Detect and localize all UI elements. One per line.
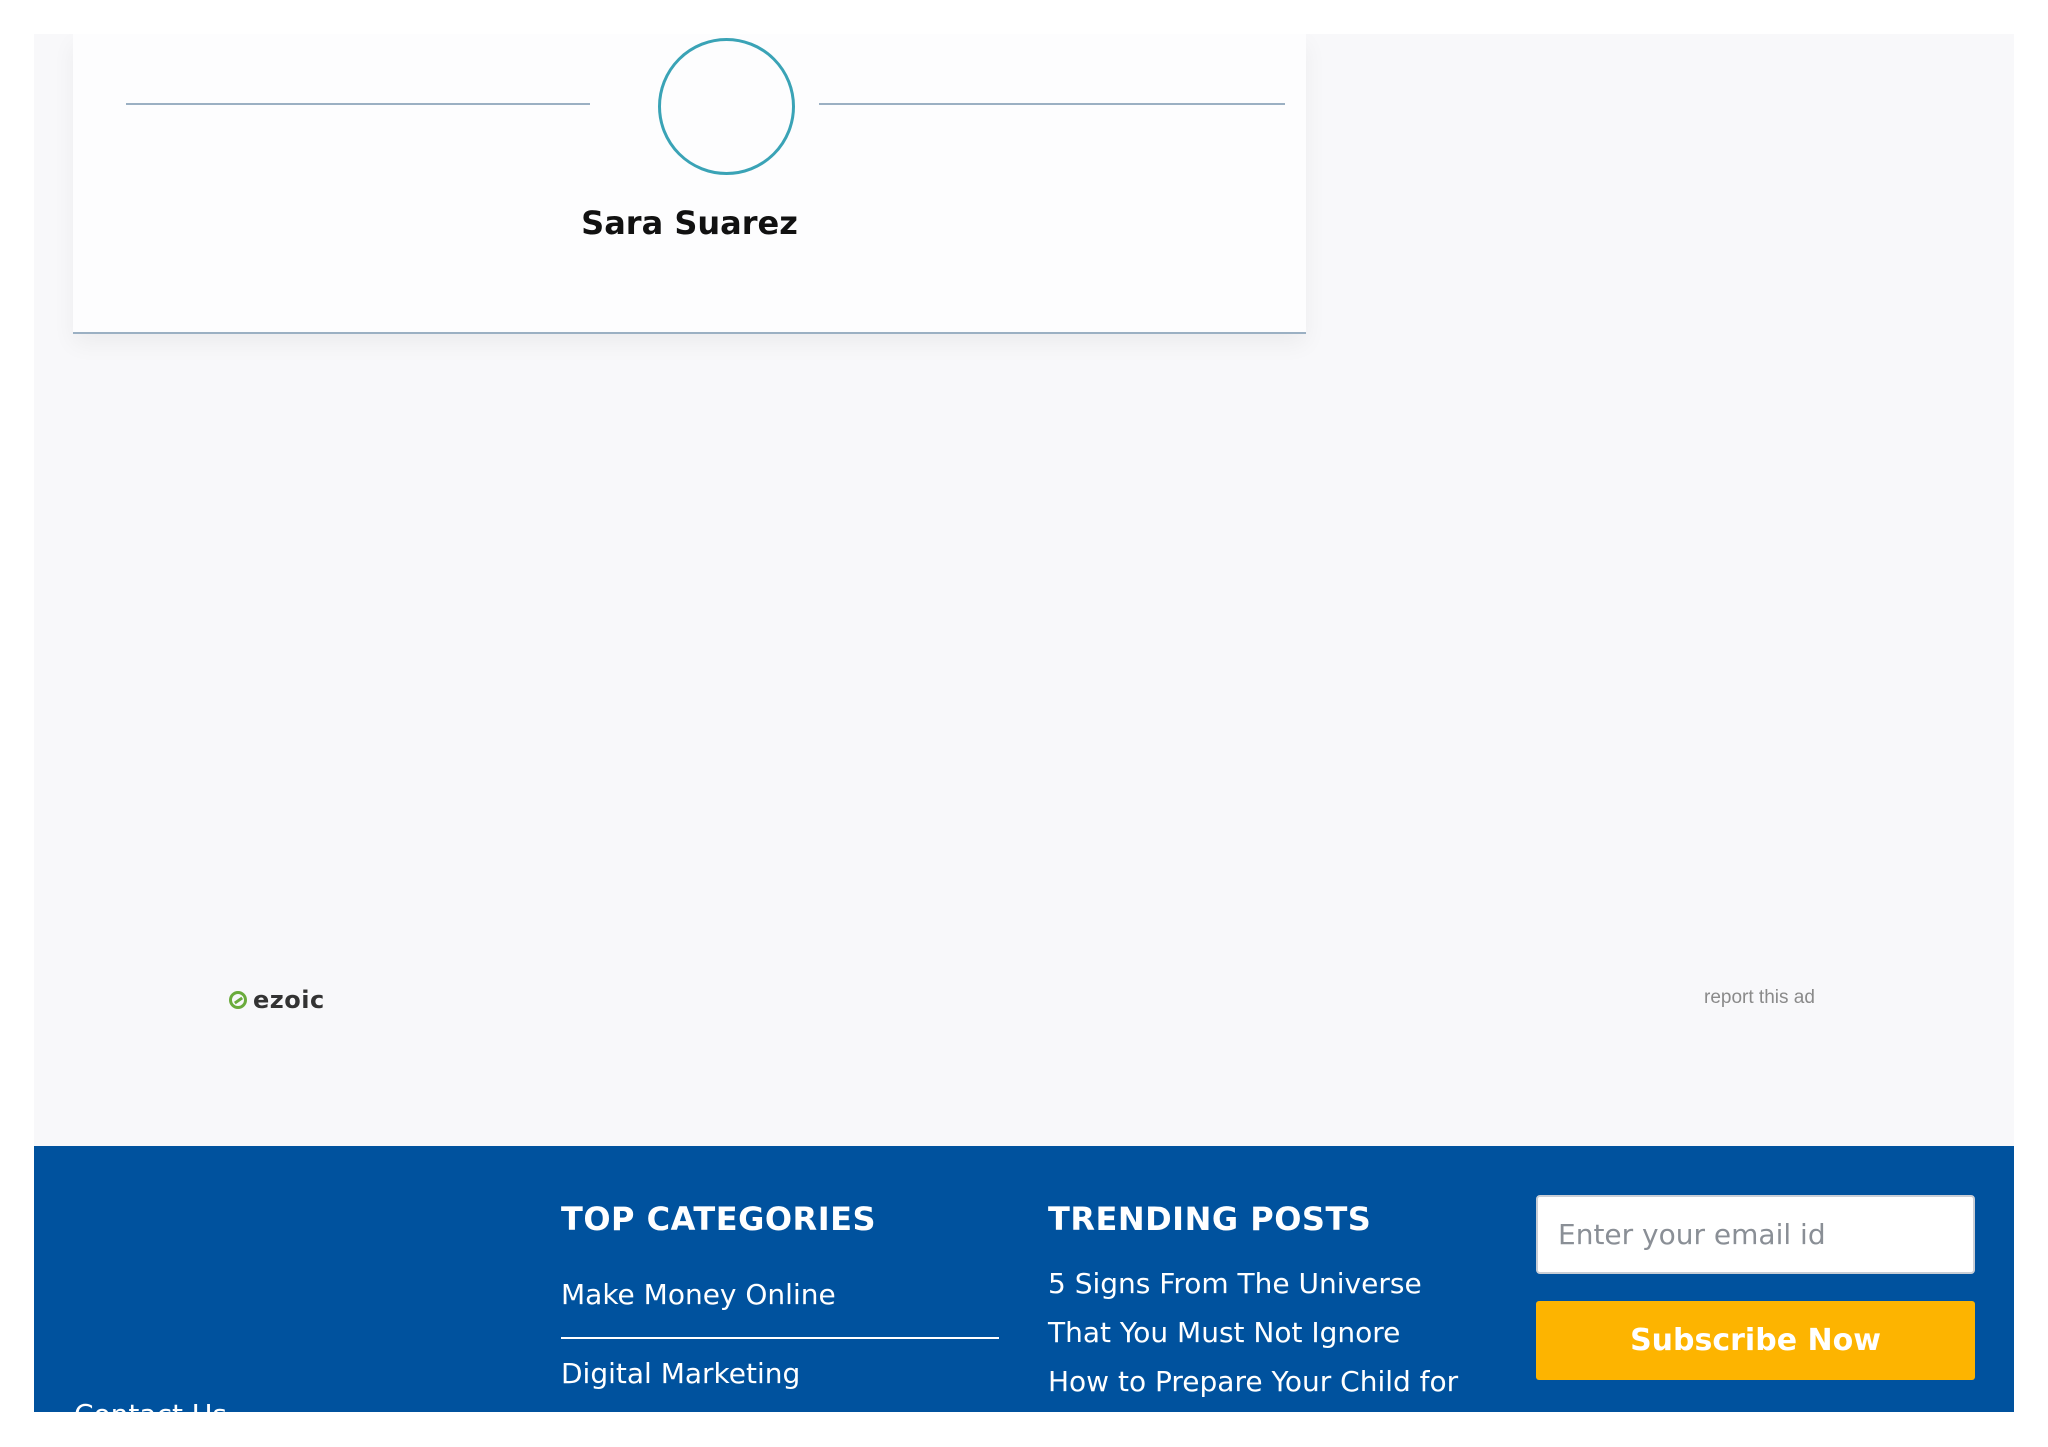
trending-posts-list: 5 Signs From The Universe That You Must … — [1048, 1259, 1468, 1406]
author-divider-right — [819, 103, 1285, 105]
subscribe-button[interactable]: Subscribe Now — [1536, 1301, 1975, 1380]
site-footer: TOP CATEGORIES Make Money Online Digital… — [34, 1146, 2014, 1412]
trending-posts-heading: TRENDING POSTS — [1048, 1200, 1372, 1238]
ezoic-logo-icon — [229, 991, 247, 1009]
report-ad-link[interactable]: report this ad — [1704, 987, 1815, 1009]
author-divider-left — [126, 103, 590, 105]
trending-post-link[interactable]: How to Prepare Your Child for — [1048, 1357, 1468, 1406]
author-avatar[interactable] — [658, 38, 795, 175]
author-name[interactable]: Sara Suarez — [73, 204, 1306, 242]
top-categories-heading: TOP CATEGORIES — [561, 1200, 876, 1238]
contact-us-link[interactable]: Contact Us — [74, 1398, 227, 1412]
ezoic-logo[interactable]: ezoic — [229, 986, 325, 1014]
trending-post-link[interactable]: 5 Signs From The Universe That You Must … — [1048, 1259, 1468, 1357]
author-card: Sara Suarez — [73, 34, 1306, 334]
page-frame: Sara Suarez ezoic report this ad TOP CAT… — [34, 34, 2014, 1412]
category-link-digital-marketing[interactable]: Digital Marketing — [561, 1357, 800, 1390]
category-link-make-money-online[interactable]: Make Money Online — [561, 1278, 836, 1311]
ezoic-logo-text: ezoic — [253, 986, 325, 1014]
category-divider — [561, 1337, 999, 1339]
ad-placeholder[interactable] — [34, 354, 2014, 1174]
email-input[interactable] — [1536, 1195, 1975, 1274]
